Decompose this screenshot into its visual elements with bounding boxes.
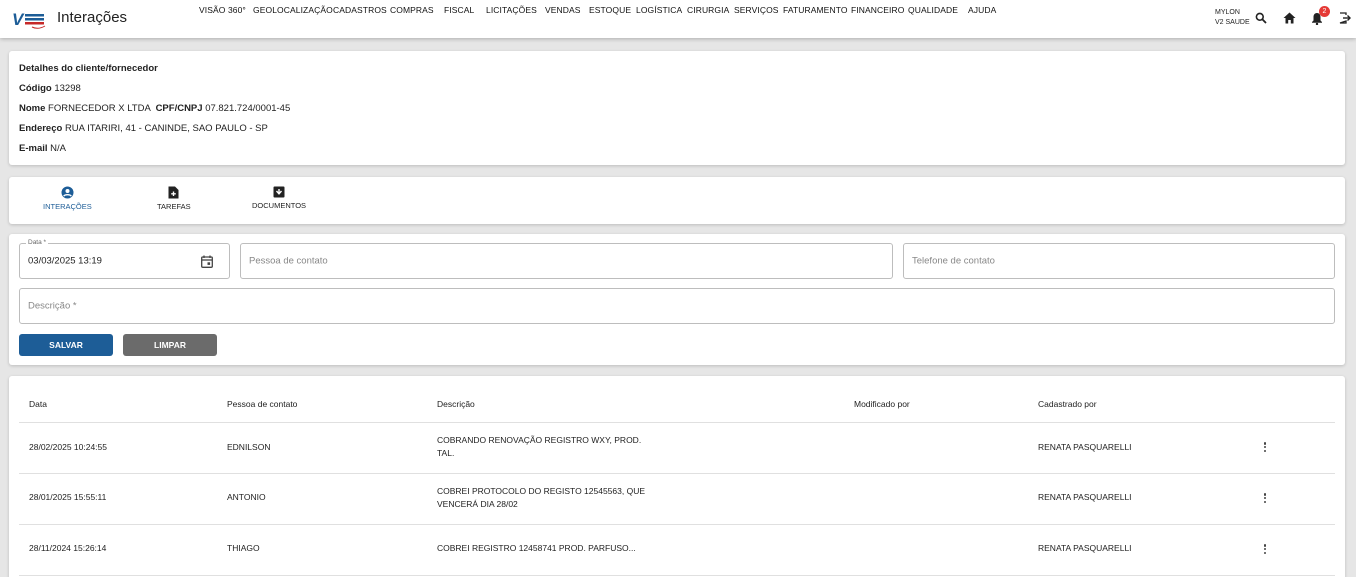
tab-label: TAREFAS <box>157 202 191 211</box>
column-header-description[interactable]: Descrição <box>437 399 475 409</box>
tab-documentos[interactable]: DOCUMENTOS <box>252 186 306 210</box>
archive-icon <box>273 186 285 198</box>
code-label: Código <box>19 83 52 94</box>
date-value: 03/03/2025 13:19 <box>28 255 102 267</box>
tab-label: INTERAÇÕES <box>43 202 92 211</box>
user-name: MYLON <box>1215 9 1240 16</box>
v2-logo[interactable]: V <box>12 8 46 30</box>
row-description-line1: COBREI PROTOCOLO DO REGISTO 12545563, QU… <box>437 486 646 496</box>
row-divider <box>19 473 1335 474</box>
doc-value: 07.821.724/0001-45 <box>205 103 291 114</box>
interaction-form-card: Data * 03/03/2025 13:19 Pessoa de contat… <box>9 234 1345 365</box>
menu-item-servicos[interactable]: SERVIÇOS <box>734 5 779 15</box>
contact-phone-placeholder: Telefone de contato <box>912 255 995 267</box>
details-heading: Detalhes do cliente/fornecedor <box>19 63 158 74</box>
menu-item-vendas[interactable]: VENDAS <box>545 5 581 15</box>
row-divider <box>19 524 1335 525</box>
details-address-line: Endereço RUA ITARIRI, 41 - CANINDE, SAO … <box>19 123 268 134</box>
tabs-card: INTERAÇÕES TAREFAS DOCUMENTOS <box>9 177 1345 224</box>
details-name-line: Nome FORNECEDOR X LTDA CPF/CNPJ 07.821.7… <box>19 103 290 114</box>
tab-label: DOCUMENTOS <box>252 201 307 210</box>
menu-item-cirurgia[interactable]: CIRURGIA <box>687 5 729 15</box>
menu-item-financeiro[interactable]: FINANCEIRO <box>851 5 904 15</box>
calendar-icon[interactable] <box>201 255 213 268</box>
row-description-line1: COBRANDO RENOVAÇÃO REGISTRO WXY, PROD. <box>437 435 642 445</box>
email-value: N/A <box>50 143 66 154</box>
contact-phone-input[interactable]: Telefone de contato <box>903 243 1335 279</box>
column-header-contact[interactable]: Pessoa de contato <box>227 399 297 409</box>
row-contact: THIAGO <box>227 543 260 553</box>
details-email-line: E-mail N/A <box>19 143 66 154</box>
row-divider <box>19 575 1335 576</box>
row-description-line2: TAL. <box>437 448 455 458</box>
column-header-modified-by[interactable]: Modificado por <box>854 399 910 409</box>
tab-interacoes[interactable]: INTERAÇÕES <box>43 186 92 211</box>
address-label: Endereço <box>19 123 63 134</box>
notification-badge: 2 <box>1319 6 1330 17</box>
logout-icon[interactable] <box>1338 10 1352 26</box>
home-icon[interactable] <box>1282 10 1296 26</box>
description-input[interactable]: Descrição * <box>19 288 1335 324</box>
row-contact: EDNILSON <box>227 442 271 452</box>
name-label: Nome <box>19 103 46 114</box>
menu-item-geolocalizacao[interactable]: GEOLOCALIZAÇÃO <box>253 5 333 15</box>
column-header-created-by[interactable]: Cadastrado por <box>1038 399 1097 409</box>
menu-item-compras[interactable]: COMPRAS <box>390 5 434 15</box>
more-vert-icon[interactable] <box>1260 542 1270 556</box>
row-description-line2: VENCERÁ DIA 28/02 <box>437 499 518 509</box>
user-company: V2 SAUDE <box>1215 19 1250 26</box>
row-date: 28/02/2025 10:24:55 <box>29 442 107 452</box>
date-field[interactable]: Data * 03/03/2025 13:19 <box>19 239 230 279</box>
description-placeholder: Descrição * <box>28 300 77 312</box>
more-vert-icon[interactable] <box>1260 491 1270 505</box>
contact-person-input[interactable]: Pessoa de contato <box>240 243 893 279</box>
interactions-table: Data Pessoa de contato Descrição Modific… <box>9 376 1345 577</box>
contact-person-placeholder: Pessoa de contato <box>249 255 328 267</box>
email-label: E-mail <box>19 143 48 154</box>
menu-item-cadastros[interactable]: CADASTROS <box>333 5 387 15</box>
menu-item-licitacoes[interactable]: LICITAÇÕES <box>486 5 537 15</box>
row-description-line1: COBREI REGISTRO 12458741 PROD. PARFUSO..… <box>437 543 636 553</box>
row-created-by: RENATA PASQUARELLI <box>1038 442 1132 452</box>
row-contact: ANTONIO <box>227 492 266 502</box>
code-value: 13298 <box>54 83 81 94</box>
clear-button[interactable]: LIMPAR <box>123 334 217 356</box>
header-divider <box>19 422 1335 423</box>
date-label: Data * <box>26 239 49 246</box>
menu-item-visao-360[interactable]: VISÃO 360° <box>199 5 246 15</box>
name-value: FORNECEDOR X LTDA <box>48 103 151 114</box>
tab-tarefas[interactable]: TAREFAS <box>157 186 191 211</box>
page-title: Interações <box>57 9 128 26</box>
account-circle-icon <box>61 186 74 199</box>
row-date: 28/11/2024 15:26:14 <box>29 543 107 553</box>
user-info[interactable]: MYLON V2 SAUDE <box>1215 8 1250 28</box>
menu-item-fiscal[interactable]: FISCAL <box>444 5 474 15</box>
menu-item-qualidade[interactable]: QUALIDADE <box>908 5 958 15</box>
address-value: RUA ITARIRI, 41 - CANINDE, SAO PAULO - S… <box>64 123 268 134</box>
details-code-line: Código 13298 <box>19 83 81 94</box>
more-vert-icon[interactable] <box>1260 440 1270 454</box>
menu-item-estoque[interactable]: ESTOQUE <box>589 5 631 15</box>
menu-item-faturamento[interactable]: FATURAMENTO <box>783 5 848 15</box>
row-created-by: RENATA PASQUARELLI <box>1038 492 1132 502</box>
row-created-by: RENATA PASQUARELLI <box>1038 543 1132 553</box>
save-button[interactable]: SALVAR <box>19 334 113 356</box>
svg-text:V: V <box>12 10 25 29</box>
note-add-icon <box>168 186 179 199</box>
menu-item-ajuda[interactable]: AJUDA <box>968 5 996 15</box>
column-header-date[interactable]: Data <box>29 399 47 409</box>
menu-item-logistica[interactable]: LOGÍSTICA <box>636 5 682 15</box>
client-details-card: Detalhes do cliente/fornecedor Código 13… <box>9 51 1345 165</box>
search-icon[interactable] <box>1254 10 1268 26</box>
doc-label: CPF/CNPJ <box>155 103 203 114</box>
top-bar: V Interações VISÃO 360° GEOLOCALIZAÇÃO C… <box>0 0 1356 38</box>
row-date: 28/01/2025 15:55:11 <box>29 492 107 502</box>
